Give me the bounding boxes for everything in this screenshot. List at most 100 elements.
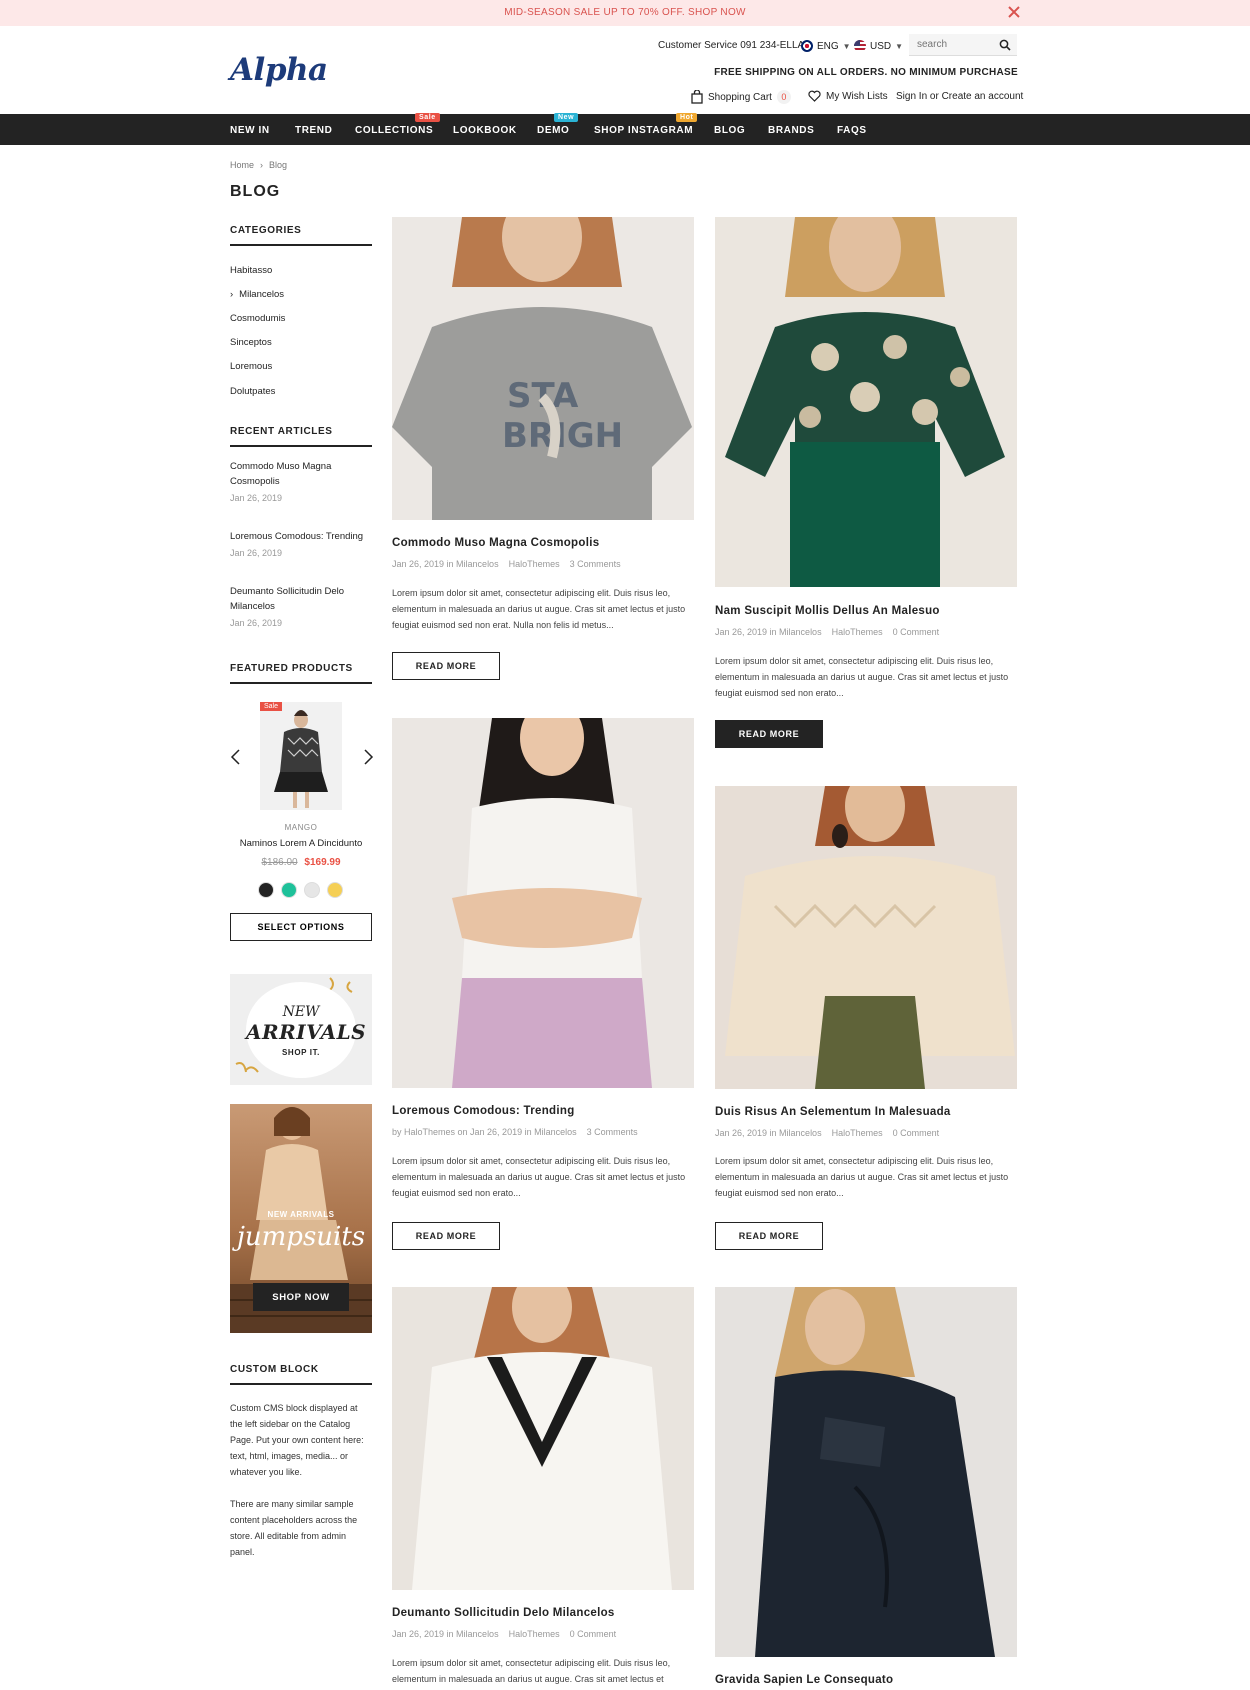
post-image[interactable]: [392, 718, 694, 1088]
nav-item-new-in[interactable]: NEW IN: [230, 125, 270, 136]
post-author[interactable]: HaloThemes: [832, 627, 883, 637]
category-item[interactable]: Sinceptos: [230, 331, 285, 355]
nav-label: COLLECTIONS: [355, 125, 434, 136]
main-nav: NEW IN TREND COLLECTIONS Sale LOOKBOOK D…: [0, 113, 1250, 145]
post-title[interactable]: Deumanto Sollicitudin Delo Milancelos: [392, 1607, 694, 1619]
logo[interactable]: Alpha: [230, 52, 328, 88]
post-author[interactable]: HaloThemes: [509, 559, 560, 569]
shop-now-button[interactable]: SHOP NOW: [253, 1283, 349, 1311]
uk-flag-icon: [801, 40, 813, 52]
recent-article-title[interactable]: Deumanto Sollicitudin Delo Milancelos: [230, 584, 372, 614]
recent-article-date: Jan 26, 2019: [230, 618, 283, 628]
breadcrumb-home[interactable]: Home: [230, 160, 254, 170]
post-author[interactable]: HaloThemes: [509, 1629, 560, 1639]
account-link[interactable]: Sign In or Create an account: [896, 91, 1023, 102]
banner-circle: NEW ARRIVALS SHOP IT.: [246, 982, 367, 1078]
post-title[interactable]: Commodo Muso Magna Cosmopolis: [392, 537, 694, 549]
category-item[interactable]: Habitasso: [230, 258, 285, 282]
chevron-right-icon: ›: [260, 160, 264, 170]
category-label: Habitasso: [230, 264, 273, 276]
product-price: $186.00 $169.99: [230, 857, 372, 868]
category-item[interactable]: › Milancelos: [230, 282, 285, 306]
post-author[interactable]: HaloThemes: [832, 1128, 883, 1138]
nav-item-brands[interactable]: BRANDS: [768, 125, 814, 136]
chevron-left-icon[interactable]: [229, 748, 243, 766]
us-flag-icon: [854, 40, 866, 52]
search-input[interactable]: [909, 34, 993, 55]
new-arrivals-banner[interactable]: NEW ARRIVALS SHOP IT.: [230, 974, 372, 1085]
recent-article[interactable]: Loremous Comodous: Trending Jan 26, 2019: [230, 529, 372, 558]
post-comments[interactable]: 0 Comment: [893, 1128, 940, 1138]
recent-article-title[interactable]: Loremous Comodous: Trending: [230, 529, 372, 544]
post-title[interactable]: Nam Suscipit Mollis Dellus An Malesuo: [715, 605, 1017, 617]
nav-item-lookbook[interactable]: LOOKBOOK: [453, 125, 517, 136]
swatch-black[interactable]: [258, 882, 274, 898]
post-image[interactable]: STA BRIGH: [392, 217, 694, 520]
swatch-yellow[interactable]: [327, 882, 343, 898]
post-comments[interactable]: 0 Comment: [893, 627, 940, 637]
post-image[interactable]: [715, 1287, 1017, 1657]
product-image[interactable]: Sale: [260, 702, 342, 810]
product-brand: MANGO: [284, 823, 318, 832]
chevron-down-icon: ▼: [895, 41, 904, 51]
product-photo: [260, 702, 342, 810]
category-item[interactable]: Loremous: [230, 355, 285, 379]
wishlist-link[interactable]: My Wish Lists: [808, 90, 888, 102]
read-more-button[interactable]: READ MORE: [715, 720, 823, 748]
post-image[interactable]: [715, 786, 1017, 1089]
announcement-text[interactable]: MID-SEASON SALE UP TO 70% OFF. SHOP NOW: [0, 7, 1250, 18]
recent-article-title[interactable]: Commodo Muso Magna Cosmopolis: [230, 459, 372, 489]
banner-cta[interactable]: SHOP IT.: [246, 1048, 356, 1057]
shopping-cart[interactable]: Shopping Cart 0: [691, 90, 791, 104]
read-more-button[interactable]: READ MORE: [392, 1222, 500, 1250]
swatch-grey[interactable]: [304, 882, 320, 898]
cart-count: 0: [776, 90, 791, 104]
recent-article-date: Jan 26, 2019: [230, 493, 283, 503]
banner-line1: NEW: [282, 1004, 320, 1020]
sale-price: $169.99: [304, 857, 341, 868]
recent-article-date: Jan 26, 2019: [230, 548, 283, 558]
nav-item-faqs[interactable]: FAQS: [837, 125, 867, 136]
recent-article[interactable]: Deumanto Sollicitudin Delo Milancelos Ja…: [230, 584, 372, 628]
close-icon[interactable]: [1004, 2, 1024, 22]
post-image[interactable]: [715, 217, 1017, 587]
read-more-button[interactable]: READ MORE: [715, 1222, 823, 1250]
swatch-green[interactable]: [281, 882, 297, 898]
product-name[interactable]: Naminos Lorem A Dincidunto: [230, 838, 372, 849]
post-date: Jan 26, 2019 in Milancelos: [392, 559, 499, 569]
nav-item-collections[interactable]: COLLECTIONS Sale: [355, 113, 440, 136]
post-date: Jan 26, 2019 in Milancelos: [715, 1128, 822, 1138]
post-image[interactable]: [392, 1287, 694, 1590]
post-date: Jan 26, 2019 in Milancelos: [715, 627, 822, 637]
category-item[interactable]: Dolutpates: [230, 379, 285, 403]
nav-label: DEMO: [537, 125, 570, 136]
nav-item-trend[interactable]: TREND: [295, 125, 332, 136]
post-title[interactable]: Duis Risus An Selementum In Malesuada: [715, 1106, 1017, 1118]
jumpsuits-banner[interactable]: NEW ARRIVALS jumpsuits SHOP NOW: [230, 1104, 372, 1333]
search-icon[interactable]: [999, 39, 1011, 51]
currency-selector[interactable]: USD ▼: [854, 40, 903, 52]
post-title[interactable]: Loremous Comodous: Trending: [392, 1105, 694, 1117]
post-comments[interactable]: 3 Comments: [570, 559, 621, 569]
language-selector[interactable]: ENG ▼: [801, 40, 851, 52]
nav-item-demo[interactable]: DEMO New: [537, 113, 579, 136]
read-more-button[interactable]: READ MORE: [392, 652, 500, 680]
category-list: Habitasso › Milancelos Cosmodumis Sincept…: [230, 258, 285, 403]
post-comments[interactable]: 3 Comments: [587, 1127, 638, 1137]
post-comments[interactable]: 0 Comment: [570, 1629, 617, 1639]
featured-products-heading: FEATURED PRODUCTS: [230, 663, 372, 684]
hot-badge: Hot: [676, 113, 698, 122]
banner-line2: ARRIVALS: [246, 1020, 367, 1044]
post-title[interactable]: Gravida Sapien Le Consequato: [715, 1674, 1017, 1686]
recent-article[interactable]: Commodo Muso Magna Cosmopolis Jan 26, 20…: [230, 459, 372, 503]
recent-articles-heading: RECENT ARTICLES: [230, 426, 372, 447]
post-excerpt: Lorem ipsum dolor sit amet, consectetur …: [715, 1156, 1009, 1198]
nav-item-shop-instagram[interactable]: SHOP INSTAGRAM Hot: [594, 113, 698, 136]
category-item[interactable]: Cosmodumis: [230, 306, 285, 330]
sale-badge: Sale: [415, 113, 440, 122]
search-box: [909, 34, 1017, 56]
chevron-right-icon[interactable]: [361, 748, 375, 766]
nav-item-blog[interactable]: BLOG: [714, 125, 745, 136]
heart-icon: [808, 90, 821, 102]
select-options-button[interactable]: SELECT OPTIONS: [230, 913, 372, 941]
